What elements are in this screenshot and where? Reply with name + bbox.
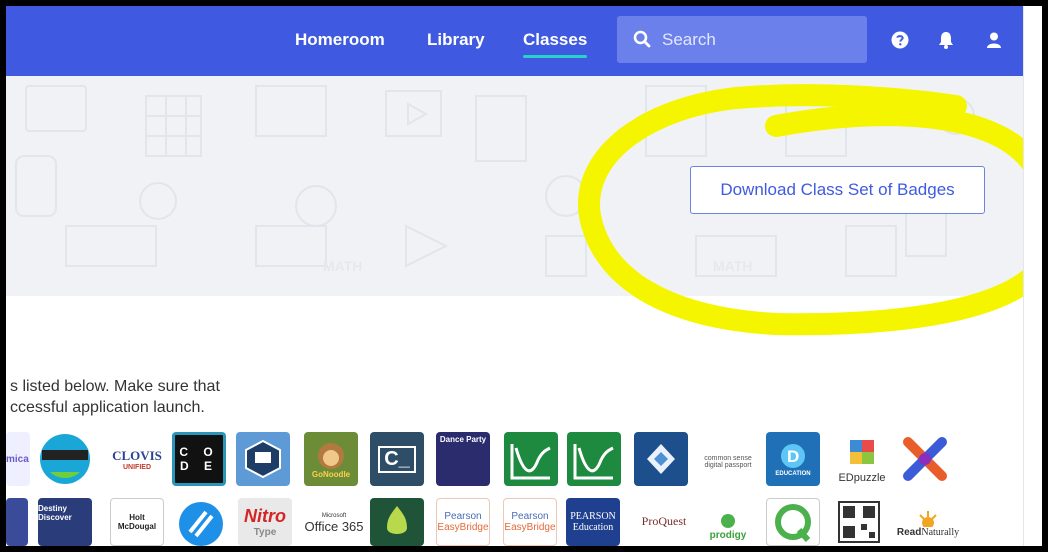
app-tile-code[interactable]: C O D E bbox=[172, 432, 226, 486]
prodigy-icon bbox=[721, 513, 735, 528]
sunburst-icon bbox=[919, 510, 937, 527]
bell-icon[interactable] bbox=[936, 30, 956, 50]
app-tile-chart-green-1[interactable] bbox=[504, 432, 558, 486]
app-tile-digital-passport[interactable]: common sense digital passport bbox=[696, 442, 760, 482]
app-tile-blue-cube[interactable] bbox=[634, 432, 688, 486]
app-tile-nitro-type[interactable]: Nitro Type bbox=[238, 498, 292, 546]
search-box[interactable] bbox=[617, 16, 867, 63]
app-tile-office365[interactable]: Microsoft Office 365 bbox=[304, 500, 364, 546]
globe-d-icon: D bbox=[781, 444, 805, 468]
svg-text:D: D bbox=[787, 447, 799, 466]
app-tile-blue-swirl[interactable] bbox=[174, 498, 228, 546]
nav-homeroom[interactable]: Homeroom bbox=[295, 30, 385, 50]
monkey-icon bbox=[318, 442, 344, 469]
app-tile-edpuzzle[interactable]: EDpuzzle bbox=[832, 430, 892, 490]
svg-text:MATH: MATH bbox=[713, 258, 752, 274]
app-tile-pearson-easybridge-1[interactable]: Pearson EasyBridge bbox=[436, 498, 490, 546]
qr-code-icon bbox=[838, 501, 880, 543]
app-tile-prodigy[interactable]: prodigy bbox=[700, 506, 756, 546]
app-tile-proquest[interactable]: ProQuest bbox=[634, 506, 694, 536]
page-scrollbar-area bbox=[1023, 6, 1042, 546]
launch-instructions: s listed below. Make sure that ccessful … bbox=[10, 378, 220, 416]
pear-icon bbox=[387, 506, 407, 534]
app-tile-cut-off[interactable]: mica bbox=[6, 432, 30, 486]
app-tile-pearson-easybridge-2[interactable]: Pearson EasyBridge bbox=[503, 498, 557, 546]
app-tile-x-logo[interactable] bbox=[898, 432, 952, 486]
browser-viewport: Homeroom Library Classes Search MATH MAT… bbox=[6, 6, 1042, 546]
monster-icon bbox=[40, 434, 90, 484]
cube-icon bbox=[647, 444, 675, 474]
puzzle-icon bbox=[850, 440, 874, 464]
q-logo-icon bbox=[775, 504, 811, 543]
app-tile-clovis[interactable]: CLOVIS UNIFIED bbox=[110, 432, 164, 486]
hexagon-screen-icon bbox=[245, 439, 281, 479]
help-icon[interactable] bbox=[890, 30, 910, 50]
app-tile-destiny-discover[interactable]: Destiny Discover bbox=[38, 498, 92, 546]
app-tile-hexagon[interactable] bbox=[236, 432, 290, 486]
nav-classes[interactable]: Classes bbox=[523, 30, 588, 58]
x-logo-icon bbox=[903, 437, 947, 481]
user-icon[interactable] bbox=[984, 30, 1004, 50]
app-tile-code-editor[interactable]: C_ bbox=[370, 432, 424, 486]
svg-text:MATH: MATH bbox=[323, 258, 362, 274]
app-tile-monster[interactable] bbox=[38, 432, 92, 486]
app-tile-pear-deck[interactable] bbox=[370, 498, 424, 546]
app-tile-dance-party[interactable]: Dance Party bbox=[436, 432, 490, 486]
curve-chart-icon bbox=[573, 444, 614, 480]
app-tile-q-circle[interactable] bbox=[766, 498, 820, 546]
search-icon bbox=[633, 30, 651, 48]
top-navigation-bar: Homeroom Library Classes bbox=[6, 6, 1023, 76]
app-tile-pearson-education[interactable]: PEARSON Education bbox=[566, 498, 620, 546]
nav-library[interactable]: Library bbox=[427, 30, 485, 50]
swirl-icon bbox=[179, 502, 223, 546]
app-tile-holt-mcdougal[interactable]: Holt McDougal bbox=[110, 498, 164, 546]
app-tile-qr-code[interactable] bbox=[832, 498, 886, 546]
app-tile-read-naturally[interactable]: ReadNaturally bbox=[896, 500, 960, 546]
class-header-banner: MATH MATH Download Class Set of Badges bbox=[6, 76, 1023, 296]
search-input[interactable] bbox=[662, 28, 852, 52]
app-tile-gonoodle[interactable]: GoNoodle bbox=[304, 432, 358, 486]
app-tile-chart-green-2[interactable] bbox=[567, 432, 621, 486]
app-tile-discovery-education[interactable]: D EDUCATION bbox=[766, 432, 820, 486]
curve-chart-icon bbox=[510, 444, 551, 480]
download-badges-button[interactable]: Download Class Set of Badges bbox=[690, 166, 985, 214]
app-tile-cut-off-2[interactable] bbox=[6, 498, 28, 546]
